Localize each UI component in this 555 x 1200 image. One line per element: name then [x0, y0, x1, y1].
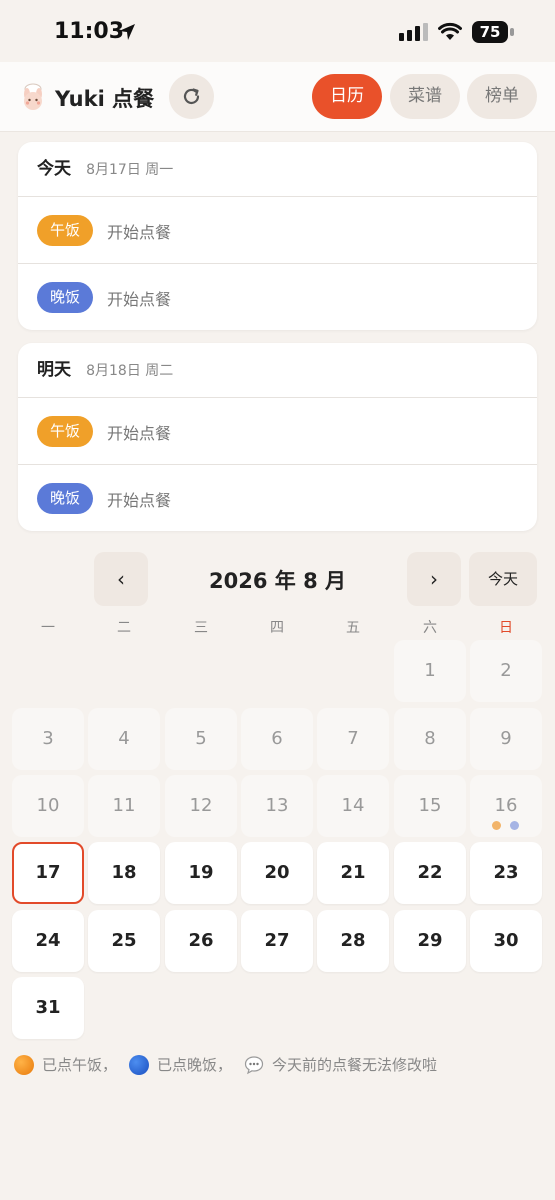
calendar-day[interactable]: 6 — [241, 708, 313, 770]
calendar-day[interactable]: 25 — [88, 910, 160, 972]
calendar-day-today[interactable]: 17 — [12, 842, 84, 904]
dinner-badge: 晚饭 — [37, 483, 93, 514]
meal-row-lunch[interactable]: 午饭 开始点餐 — [18, 197, 537, 264]
calendar-day[interactable]: 3 — [12, 708, 84, 770]
card-header: 今天 8月17日 周一 — [18, 142, 537, 197]
lunch-badge: 午饭 — [37, 416, 93, 447]
lunch-ordered-dot — [492, 821, 501, 830]
speech-bubble-icon — [244, 1055, 264, 1074]
calendar-day[interactable]: 26 — [165, 910, 237, 972]
calendar-day[interactable]: 18 — [88, 842, 160, 904]
legend: 已点午饭， 已点晚饭， 今天前的点餐无法修改啦 — [14, 1054, 449, 1075]
calendar-day[interactable]: 24 — [12, 910, 84, 972]
start-order-link[interactable]: 开始点餐 — [107, 487, 171, 511]
calendar-day[interactable]: 31 — [12, 977, 84, 1039]
calendar-day[interactable]: 19 — [165, 842, 237, 904]
prev-month-button[interactable]: ‹ — [94, 552, 148, 606]
card-day-label: 今天 — [37, 159, 71, 179]
calendar-day[interactable]: 28 — [317, 910, 389, 972]
cellular-signal-icon — [399, 23, 428, 41]
calendar-day[interactable]: 7 — [317, 708, 389, 770]
calendar-day[interactable]: 5 — [165, 708, 237, 770]
calendar-day[interactable]: 22 — [394, 842, 466, 904]
tab-ranking[interactable]: 榜单 — [467, 74, 537, 119]
calendar-day[interactable]: 12 — [165, 775, 237, 837]
calendar-day[interactable]: 30 — [470, 910, 542, 972]
legend-note: 今天前的点餐无法修改啦 — [272, 1056, 438, 1074]
calendar-day[interactable]: 11 — [88, 775, 160, 837]
refresh-icon — [183, 88, 200, 105]
dinner-ordered-dot — [510, 821, 519, 830]
app-title: Yuki 点餐 — [55, 87, 155, 111]
dinner-badge: 晚饭 — [37, 282, 93, 313]
day-card-tomorrow: 明天 8月18日 周二 午饭 开始点餐 晚饭 开始点餐 — [18, 343, 537, 531]
calendar-day[interactable]: 27 — [241, 910, 313, 972]
month-title: 2026 年 8 月 — [209, 569, 346, 593]
chef-bunny-logo-icon — [24, 83, 42, 110]
card-date: 8月17日 周一 — [86, 162, 174, 178]
start-order-link[interactable]: 开始点餐 — [107, 286, 171, 310]
calendar-day[interactable]: 14 — [317, 775, 389, 837]
legend-lunch: 已点午饭， — [42, 1056, 118, 1074]
calendar-day[interactable]: 29 — [394, 910, 466, 972]
calendar-day[interactable]: 2 — [470, 640, 542, 702]
calendar-day[interactable]: 23 — [470, 842, 542, 904]
app-header: Yuki 点餐 日历 菜谱 榜单 — [0, 62, 555, 132]
wifi-icon — [438, 22, 462, 40]
calendar-day[interactable]: 10 — [12, 775, 84, 837]
battery-icon: 75 — [472, 21, 514, 43]
calendar-day[interactable]: 8 — [394, 708, 466, 770]
today-button[interactable]: 今天 — [469, 552, 537, 606]
status-time: 11:03 — [54, 19, 125, 44]
tab-calendar[interactable]: 日历 — [312, 74, 382, 119]
start-order-link[interactable]: 开始点餐 — [107, 420, 171, 444]
meal-row-dinner[interactable]: 晚饭 开始点餐 — [18, 465, 537, 531]
calendar-day[interactable]: 15 — [394, 775, 466, 837]
card-day-label: 明天 — [37, 360, 71, 380]
refresh-button[interactable] — [169, 74, 214, 119]
tab-menu[interactable]: 菜谱 — [390, 74, 460, 119]
weekday-mon: 一 — [41, 620, 55, 636]
weekday-sat: 六 — [423, 620, 437, 636]
orange-circle-icon — [14, 1054, 34, 1075]
start-order-link[interactable]: 开始点餐 — [107, 219, 171, 243]
location-arrow-icon — [119, 24, 135, 40]
calendar-day[interactable]: 21 — [317, 842, 389, 904]
day-number: 16 — [494, 795, 518, 816]
meal-row-dinner[interactable]: 晚饭 开始点餐 — [18, 264, 537, 330]
weekday-thu: 四 — [270, 620, 284, 636]
calendar-day[interactable]: 20 — [241, 842, 313, 904]
status-bar: 11:03 75 — [0, 0, 555, 62]
meal-row-lunch[interactable]: 午饭 开始点餐 — [18, 398, 537, 465]
weekday-tue: 二 — [117, 620, 131, 636]
card-date: 8月18日 周二 — [86, 363, 174, 379]
next-month-button[interactable]: › — [407, 552, 461, 606]
battery-level: 75 — [479, 23, 501, 41]
day-card-today: 今天 8月17日 周一 午饭 开始点餐 晚饭 开始点餐 — [18, 142, 537, 330]
card-header: 明天 8月18日 周二 — [18, 343, 537, 398]
legend-dinner: 已点晚饭， — [157, 1056, 233, 1074]
calendar-day[interactable]: 9 — [470, 708, 542, 770]
calendar-day-with-orders[interactable]: 16 — [470, 775, 542, 837]
weekday-fri: 五 — [346, 620, 360, 636]
weekday-wed: 三 — [194, 620, 208, 636]
lunch-badge: 午饭 — [37, 215, 93, 246]
weekday-sun: 日 — [499, 620, 513, 636]
calendar-day[interactable]: 4 — [88, 708, 160, 770]
calendar-day[interactable]: 1 — [394, 640, 466, 702]
blue-circle-icon — [129, 1054, 150, 1075]
calendar-day[interactable]: 13 — [241, 775, 313, 837]
